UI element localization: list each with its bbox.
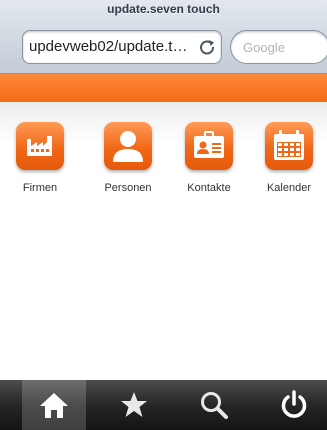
home-icon bbox=[40, 393, 68, 418]
tab-logout[interactable] bbox=[262, 380, 326, 430]
browser-toolbar: update.seven touch updevweb02/update.t… … bbox=[0, 0, 327, 74]
id-card-icon bbox=[185, 122, 233, 170]
factory-icon bbox=[16, 122, 64, 170]
tile-firmen[interactable]: Firmen bbox=[5, 122, 75, 194]
search-placeholder: Google bbox=[243, 40, 285, 55]
url-field[interactable]: updevweb02/update.t… bbox=[22, 30, 222, 64]
person-icon bbox=[104, 122, 152, 170]
calendar-icon bbox=[265, 122, 313, 170]
tab-search[interactable] bbox=[182, 380, 246, 430]
search-field[interactable]: Google bbox=[230, 30, 327, 64]
tile-label: Kalender bbox=[266, 182, 312, 194]
tile-kontakte[interactable]: Kontakte bbox=[174, 122, 244, 194]
star-icon bbox=[121, 392, 147, 417]
reload-icon[interactable] bbox=[198, 38, 216, 56]
search-icon bbox=[201, 392, 228, 419]
tile-label: Personen bbox=[104, 182, 152, 194]
tile-label: Firmen bbox=[22, 182, 58, 194]
tab-favorites[interactable] bbox=[102, 380, 166, 430]
page-title: update.seven touch bbox=[107, 2, 220, 16]
tab-bar bbox=[0, 380, 327, 430]
main-content: Firmen Personen Kontakte Kalender bbox=[0, 102, 327, 380]
tab-home[interactable] bbox=[22, 380, 86, 430]
app-header-bar bbox=[0, 74, 327, 102]
power-icon bbox=[281, 390, 307, 418]
url-text: updevweb02/update.t… bbox=[29, 38, 188, 55]
tile-kalender[interactable]: Kalender bbox=[254, 122, 324, 194]
tile-personen[interactable]: Personen bbox=[93, 122, 163, 194]
tile-label: Kontakte bbox=[187, 182, 231, 194]
